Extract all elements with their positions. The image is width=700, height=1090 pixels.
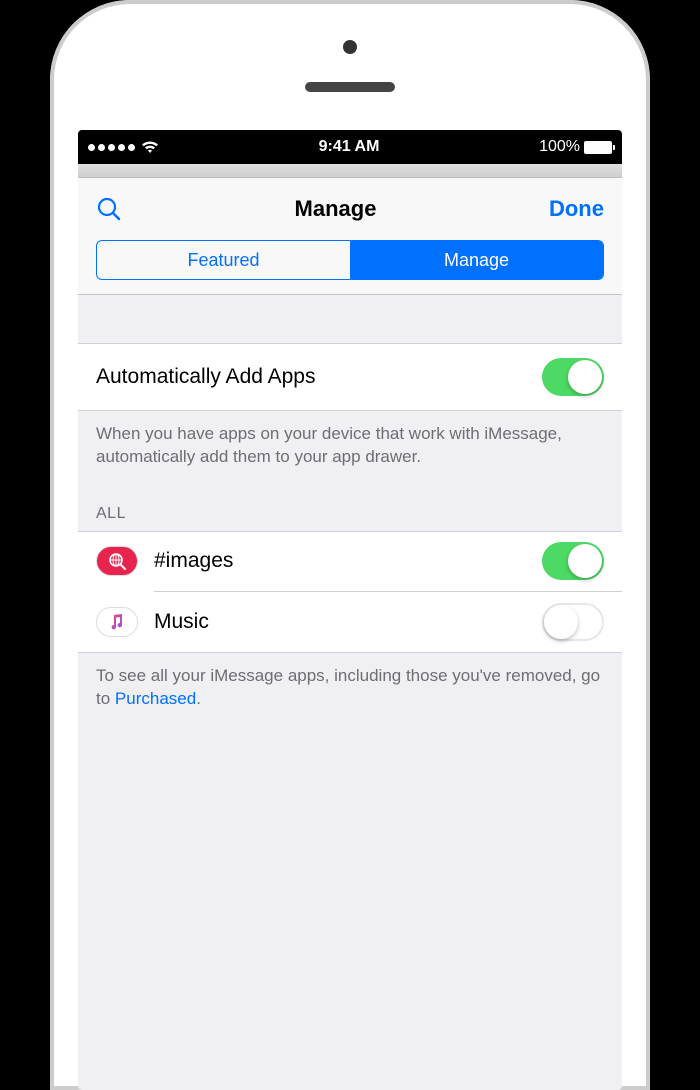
app-row-images: #images: [78, 531, 622, 591]
purchased-link[interactable]: Purchased: [115, 689, 196, 708]
images-app-icon: [96, 546, 138, 576]
status-right: 100%: [539, 138, 612, 156]
auto-add-apps-label: Automatically Add Apps: [96, 365, 542, 389]
segmented-control: Featured Manage: [96, 240, 604, 280]
all-footer-suffix: .: [196, 689, 201, 708]
status-time: 9:41 AM: [319, 138, 380, 156]
magnify-globe-icon: [107, 551, 127, 571]
auto-add-apps-toggle[interactable]: [542, 358, 604, 396]
app-name-images: #images: [154, 549, 542, 573]
music-note-icon: [107, 612, 127, 632]
music-app-icon: [96, 607, 138, 637]
app-name-music: Music: [154, 610, 542, 634]
wifi-icon: [141, 140, 159, 154]
front-camera: [343, 40, 357, 54]
images-toggle[interactable]: [542, 542, 604, 580]
earpiece-speaker: [305, 82, 395, 92]
auto-add-apps-cell: Automatically Add Apps: [78, 343, 622, 411]
phone-frame: 9:41 AM 100% Manage Done Featured Manage: [50, 0, 650, 1090]
status-bar: 9:41 AM 100%: [78, 130, 622, 164]
section-spacer: [78, 295, 622, 343]
tab-manage[interactable]: Manage: [350, 241, 603, 279]
battery-icon: [584, 141, 612, 154]
nav-title: Manage: [295, 196, 377, 222]
all-footer: To see all your iMessage apps, including…: [78, 653, 622, 723]
search-button[interactable]: [96, 196, 122, 222]
tab-featured[interactable]: Featured: [97, 241, 350, 279]
nav-bar: Manage Done: [78, 178, 622, 240]
cell-signal-icon: [88, 144, 135, 151]
done-button[interactable]: Done: [549, 196, 604, 222]
search-icon: [96, 196, 122, 222]
screen: 9:41 AM 100% Manage Done Featured Manage: [78, 130, 622, 1090]
app-row-music: Music: [78, 592, 622, 652]
app-list: #images Music: [78, 531, 622, 653]
music-toggle[interactable]: [542, 603, 604, 641]
all-section-header: ALL: [78, 481, 622, 531]
segmented-control-container: Featured Manage: [78, 240, 622, 295]
auto-add-footer: When you have apps on your device that w…: [78, 411, 622, 481]
status-left: [88, 140, 159, 154]
battery-percent: 100%: [539, 138, 580, 156]
background-sheet-peek: [78, 164, 622, 178]
